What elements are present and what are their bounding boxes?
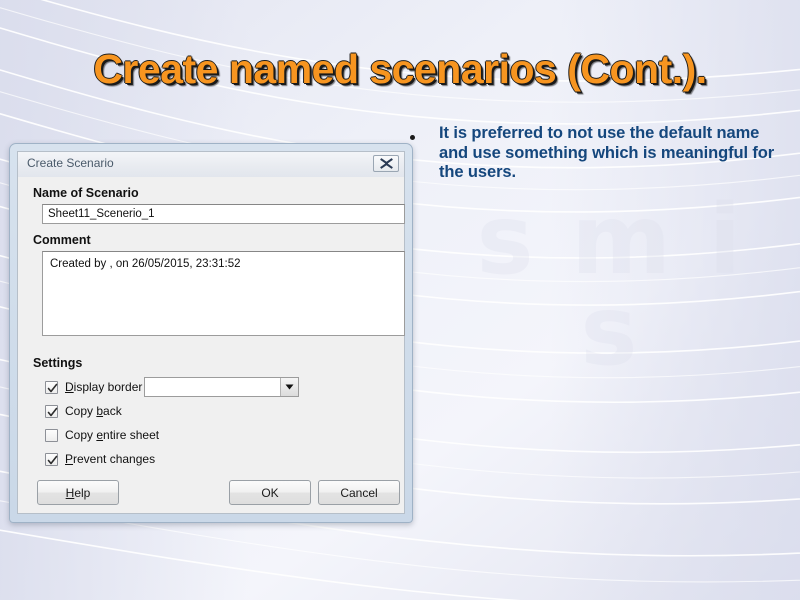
cancel-button-label: Cancel <box>340 485 378 500</box>
dialog-inner-frame: Create Scenario Name of Scenario Sheet11… <box>17 151 405 514</box>
create-scenario-dialog: Create Scenario Name of Scenario Sheet11… <box>9 143 413 523</box>
scenario-name-input[interactable]: Sheet11_Scenerio_1 <box>42 204 405 224</box>
comment-textarea[interactable]: Created by , on 26/05/2015, 23:31:52 <box>42 251 405 336</box>
checkbox-row-display-border[interactable]: Display border <box>45 380 142 394</box>
ok-button-label: OK <box>261 485 279 500</box>
checkbox-row-copy-entire-sheet[interactable]: Copy entire sheet <box>45 428 159 442</box>
dialog-body: Name of Scenario Sheet11_Scenerio_1 Comm… <box>18 177 405 513</box>
close-icon[interactable] <box>373 155 399 172</box>
border-color-select[interactable] <box>144 377 299 397</box>
checkbox-copy-entire-sheet[interactable] <box>45 428 58 442</box>
checkbox-label-copy-entire-sheet: Copy entire sheet <box>65 428 160 442</box>
ok-button[interactable]: OK <box>229 480 311 505</box>
chevron-down-icon[interactable] <box>280 378 298 396</box>
comment-label: Comment <box>33 233 91 247</box>
checkbox-row-copy-back[interactable]: Copy back <box>45 404 122 418</box>
dialog-titlebar[interactable]: Create Scenario <box>18 152 404 178</box>
bullet-text: It is preferred to not use the default n… <box>439 124 775 181</box>
checkbox-label-copy-back: Copy back <box>65 404 122 418</box>
background-watermark: s m i s <box>476 184 744 388</box>
slide-canvas: s m i s Create named scenarios (Cont.). … <box>0 0 800 600</box>
name-of-scenario-label: Name of Scenario <box>33 186 139 200</box>
checkbox-label-display-border: Display border <box>65 380 143 394</box>
border-color-select-value <box>145 378 280 396</box>
checkbox-row-prevent-changes[interactable]: Prevent changes <box>45 452 155 466</box>
page-title: Create named scenarios (Cont.). <box>93 46 707 92</box>
checkbox-copy-back[interactable] <box>45 404 58 418</box>
dialog-title: Create Scenario <box>27 156 114 170</box>
bullet-dot-icon <box>410 135 415 140</box>
settings-label: Settings <box>33 356 83 370</box>
help-button[interactable]: Help <box>37 480 119 505</box>
list-item: It is preferred to not use the default n… <box>410 124 785 183</box>
checkbox-prevent-changes[interactable] <box>45 452 58 466</box>
cancel-button[interactable]: Cancel <box>318 480 400 505</box>
checkbox-label-prevent-changes: Prevent changes <box>65 452 156 466</box>
bullet-list: It is preferred to not use the default n… <box>410 124 785 183</box>
checkbox-display-border[interactable] <box>45 380 58 394</box>
